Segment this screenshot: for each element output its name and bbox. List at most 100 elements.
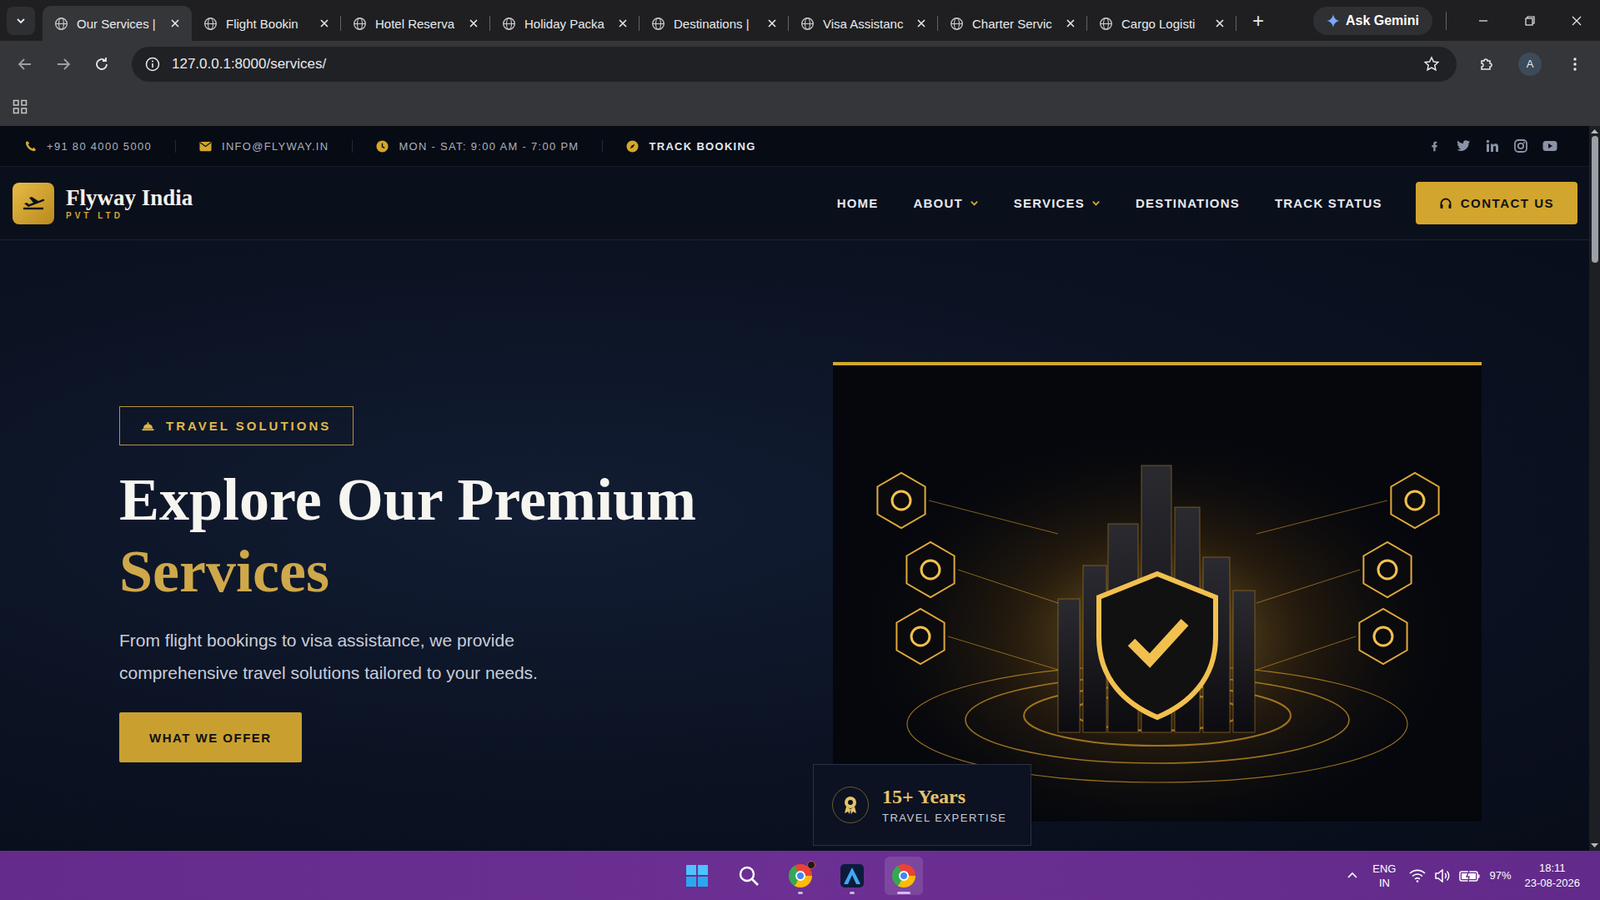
- tab-label: Destinations |: [673, 16, 759, 31]
- bookmarks-bar: [0, 86, 1600, 126]
- browser-tab[interactable]: Holiday Packa: [490, 5, 640, 41]
- running-indicator: [849, 891, 855, 894]
- close-icon[interactable]: [916, 18, 927, 29]
- globe-icon: [352, 16, 367, 31]
- tab-label: Charter Servic: [972, 16, 1058, 31]
- language-indicator[interactable]: ENGIN: [1372, 861, 1396, 890]
- facebook-icon: [1428, 139, 1442, 153]
- info-item[interactable]: TRACK BOOKING: [601, 140, 779, 153]
- youtube-link[interactable]: [1542, 140, 1558, 152]
- chrome-taskbar-button[interactable]: [884, 856, 923, 895]
- award-icon: [832, 786, 869, 823]
- battery-percent: 97%: [1489, 868, 1511, 882]
- instagram-icon: [1514, 139, 1528, 153]
- tab-strip: Our Services | Flight Bookin Hotel Reserva…: [0, 0, 1600, 41]
- close-icon: [1570, 15, 1583, 27]
- browser-tab[interactable]: Visa Assistanc: [788, 5, 938, 41]
- browser-tab[interactable]: Cargo Logisti: [1087, 5, 1237, 41]
- globe-icon: [651, 16, 666, 31]
- start-taskbar-button[interactable]: [677, 856, 717, 895]
- headset-icon: [1439, 196, 1453, 211]
- browser-tab[interactable]: Destinations |: [639, 5, 789, 41]
- nav-link[interactable]: DESTINATIONS: [1135, 195, 1240, 211]
- gemini-button[interactable]: Ask Gemini: [1313, 6, 1433, 36]
- tab-label: Cargo Logisti: [1121, 16, 1207, 31]
- profile-button[interactable]: A: [1518, 52, 1542, 76]
- chrome-icon: [892, 863, 916, 888]
- facebook-link[interactable]: [1428, 139, 1442, 153]
- instagram-link[interactable]: [1514, 139, 1528, 153]
- browser-tab[interactable]: Hotel Reserva: [341, 5, 491, 41]
- url-text: 127.0.0.1:8000/services/: [171, 55, 327, 73]
- nav-link[interactable]: TRACK STATUS: [1274, 195, 1383, 211]
- page-scrollbar[interactable]: [1589, 125, 1600, 851]
- youtube-icon: [1542, 140, 1558, 152]
- close-icon[interactable]: [468, 18, 479, 29]
- scroll-down-icon[interactable]: [1590, 842, 1599, 848]
- close-icon[interactable]: [617, 18, 628, 29]
- linkedin-link[interactable]: [1485, 139, 1500, 153]
- nav-link[interactable]: HOME: [837, 195, 879, 211]
- close-window-button[interactable]: [1553, 0, 1600, 41]
- restore-icon: [1524, 15, 1536, 27]
- contact-button[interactable]: CONTACT US: [1415, 181, 1578, 225]
- browser-toolbar: 127.0.0.1:8000/services/A: [0, 40, 1600, 87]
- forward-button[interactable]: [46, 47, 81, 81]
- globe-icon: [800, 16, 815, 31]
- clock[interactable]: 18:1123-08-2026: [1524, 860, 1581, 891]
- mail-icon: [199, 140, 212, 152]
- close-icon[interactable]: [1065, 18, 1076, 29]
- search-icon: [737, 864, 760, 887]
- browser-tab[interactable]: Flight Bookin: [191, 5, 342, 41]
- new-tab-button[interactable]: +: [1243, 5, 1274, 36]
- apps-grid-icon[interactable]: [12, 99, 28, 115]
- twitter-icon: [1456, 139, 1471, 153]
- twitter-link[interactable]: [1456, 139, 1471, 153]
- search-taskbar-button[interactable]: [729, 856, 768, 895]
- info-text: +91 80 4000 5000: [46, 140, 152, 153]
- tab-label: Visa Assistanc: [822, 16, 908, 31]
- close-icon[interactable]: [767, 18, 778, 29]
- tab-label: Holiday Packa: [524, 16, 610, 31]
- globe-icon: [203, 16, 218, 31]
- battery-icon: [1459, 868, 1481, 883]
- bookmark-star-icon[interactable]: [1423, 55, 1440, 73]
- nav-link[interactable]: SERVICES: [1013, 195, 1101, 211]
- browser-tab[interactable]: Charter Servic: [937, 5, 1088, 41]
- page-viewport: +91 80 4000 5000INFO@FLYWAY.INMON - SAT:…: [0, 125, 1600, 851]
- globe-icon: [1098, 16, 1114, 31]
- menu-button[interactable]: [1558, 47, 1592, 81]
- navbar: Flyway IndiaPVT LTD HOME ABOUT SERVICES DEST…: [0, 166, 1590, 241]
- scroll-up-icon[interactable]: [1590, 128, 1599, 134]
- editor-taskbar-button[interactable]: [832, 856, 872, 895]
- logo-mark: [12, 182, 55, 225]
- what-we-offer-button[interactable]: WHAT WE OFFER: [119, 712, 302, 763]
- address-bar[interactable]: 127.0.0.1:8000/services/: [131, 46, 1457, 82]
- restore-button[interactable]: [1506, 0, 1554, 41]
- tab-search-button[interactable]: [6, 6, 36, 36]
- back-button[interactable]: [8, 47, 42, 81]
- brand-logo[interactable]: Flyway IndiaPVT LTD: [12, 182, 193, 225]
- scroll-thumb[interactable]: [1591, 135, 1599, 263]
- hero-section: TRAVEL SOLUTIONSExplore Our PremiumServi…: [0, 240, 1590, 851]
- reload-button[interactable]: [85, 47, 119, 81]
- experience-card: 15+ YearsTRAVEL EXPERTISE: [812, 763, 1032, 846]
- running-indicator: [797, 891, 803, 894]
- phone-icon: [25, 140, 37, 152]
- browser-tab[interactable]: Our Services |: [42, 5, 192, 41]
- tab-label: Flight Bookin: [225, 16, 311, 31]
- close-icon[interactable]: [170, 18, 181, 29]
- arrow-right-icon: [55, 55, 72, 73]
- info-item: MON - SAT: 9:00 AM - 7:00 PM: [351, 140, 602, 153]
- tab-list: Our Services | Flight Bookin Hotel Reserva…: [42, 5, 1237, 41]
- chrome-taskbar-button[interactable]: [781, 856, 820, 895]
- nav-link[interactable]: ABOUT: [912, 195, 979, 211]
- close-icon[interactable]: [1214, 18, 1225, 29]
- concierge-bell-icon: [141, 420, 155, 432]
- minimize-button[interactable]: [1459, 0, 1507, 41]
- close-icon[interactable]: [319, 18, 330, 29]
- chevron-up-icon[interactable]: [1345, 868, 1360, 883]
- quick-settings[interactable]: 97%: [1409, 868, 1511, 883]
- extensions-button[interactable]: [1469, 47, 1504, 81]
- clock-icon: [376, 140, 389, 153]
